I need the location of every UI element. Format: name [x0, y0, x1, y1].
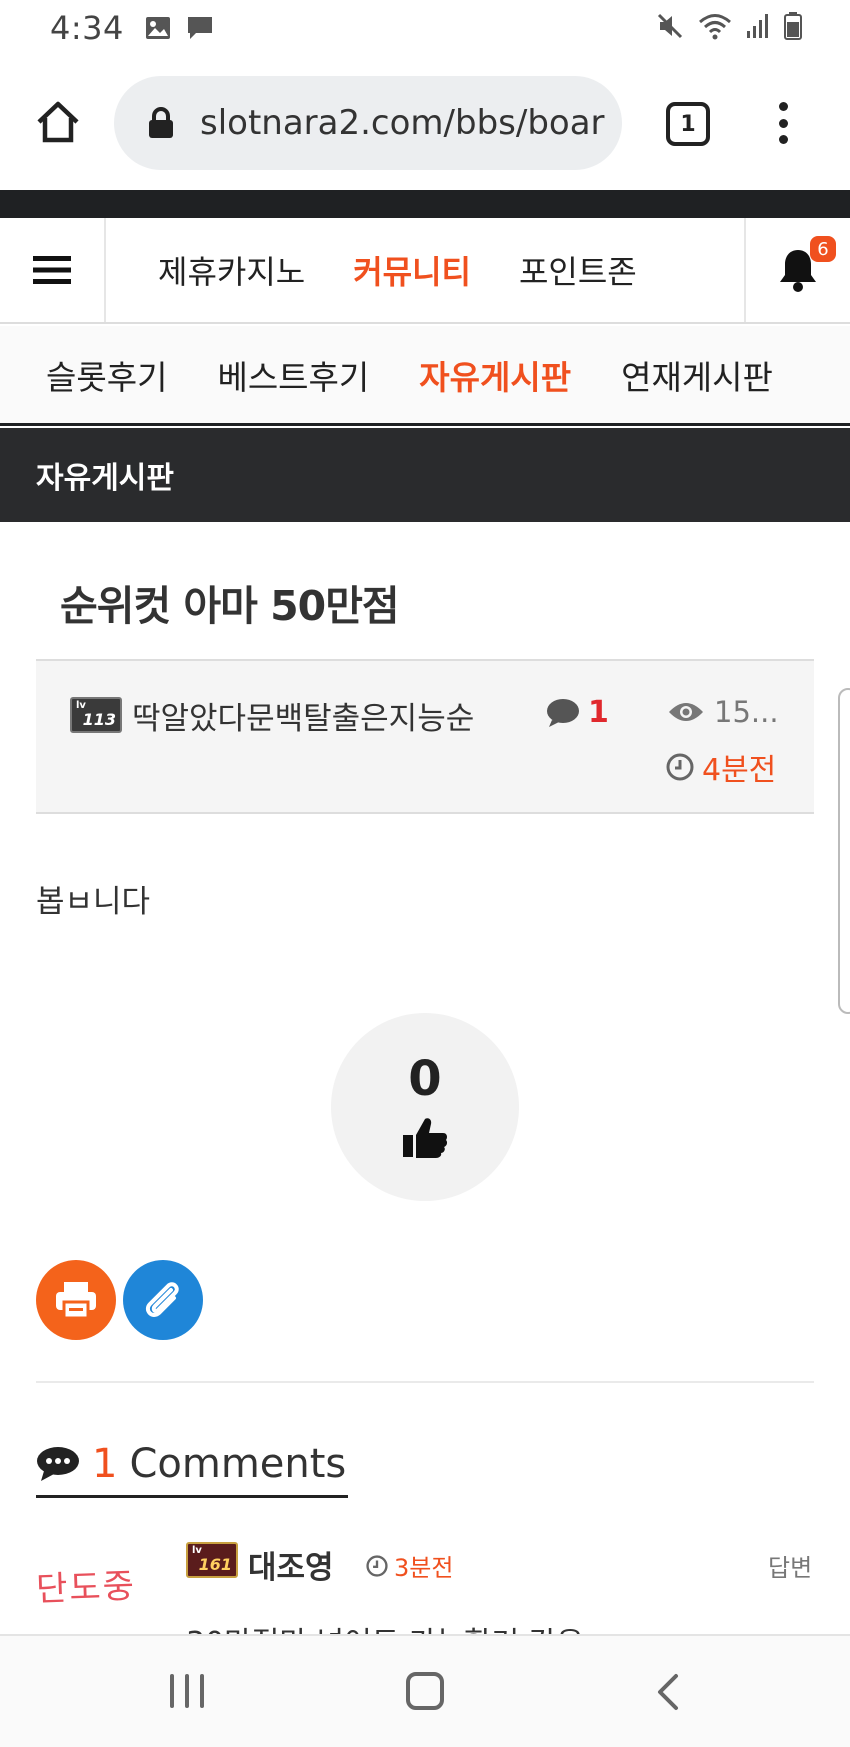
battery-icon [784, 12, 802, 44]
comments-label: Comments [129, 1440, 347, 1487]
post-views: 15... [668, 695, 779, 729]
comment-icon [547, 698, 579, 727]
mute-icon [656, 12, 684, 44]
overflow-menu-icon[interactable] [770, 98, 796, 148]
like-count: 0 [408, 1051, 442, 1107]
browser-toolbar: 1 [0, 72, 850, 172]
print-icon [56, 1282, 96, 1320]
nav-item-partner-casino[interactable]: 제휴카지노 [158, 247, 305, 293]
comments-header: 1 Comments [36, 1432, 349, 1498]
commenter-avatar: 단도중 [35, 1566, 137, 1610]
subnav-slot-review[interactable]: 슬롯후기 [46, 351, 167, 399]
message-icon [186, 15, 214, 41]
commenter-level-badge: lv 161 [186, 1542, 238, 1578]
status-bar: 4:34 [0, 0, 850, 56]
status-time: 4:34 [50, 9, 124, 47]
subnav-series-board[interactable]: 연재게시판 [621, 351, 773, 399]
community-sub-nav: 슬롯후기 베스트후기 자유게시판 연재게시판 [0, 326, 850, 426]
photo-icon [144, 15, 172, 41]
post-title: 순위컷 아마 50만점 [60, 582, 400, 630]
reply-button[interactable]: 답변 [768, 1548, 812, 1583]
system-home-button[interactable] [406, 1672, 444, 1710]
wifi-icon [698, 12, 732, 44]
comments-icon [37, 1446, 79, 1481]
subnav-free-board[interactable]: 자유게시판 [419, 351, 571, 399]
nav-item-community[interactable]: 커뮤니티 [353, 247, 471, 293]
url-input[interactable] [200, 103, 620, 143]
main-nav-items: 제휴카지노 커뮤니티 포인트존 [106, 218, 850, 322]
post-meta: lv 113 딱알았다문백탈출은지능순 1 15... 4분전 [36, 659, 814, 814]
signal-icon [746, 13, 770, 43]
comment-time: 3분전 [366, 1548, 453, 1583]
tab-count: 1 [680, 111, 696, 137]
clock-icon [666, 753, 694, 781]
copy-link-button[interactable] [123, 1260, 203, 1340]
print-button[interactable] [36, 1260, 116, 1340]
post-comment-count: 1 [546, 695, 609, 730]
lock-icon [149, 107, 173, 138]
author-level-badge: lv 113 [70, 697, 122, 733]
post-time: 4분전 [666, 745, 776, 789]
system-nav-bar [0, 1634, 850, 1747]
paperclip-icon [145, 1282, 179, 1317]
tab-switcher-button[interactable]: 1 [666, 102, 710, 146]
hamburger-menu-icon[interactable] [0, 218, 106, 322]
notification-badge: 6 [810, 236, 836, 262]
eye-icon [669, 703, 703, 721]
site-main-nav: 제휴카지노 커뮤니티 포인트존 6 [0, 218, 850, 324]
clock-icon [366, 1554, 388, 1577]
notification-button[interactable]: 6 [744, 218, 850, 322]
back-icon[interactable] [650, 1672, 690, 1712]
status-right-icons [656, 12, 802, 44]
section-divider [36, 1381, 814, 1383]
address-bar[interactable] [114, 76, 622, 170]
site-top-strip [0, 190, 850, 218]
subnav-best-review[interactable]: 베스트후기 [217, 351, 369, 399]
like-button[interactable]: 0 [331, 1013, 519, 1201]
board-title-bar: 자유게시판 [0, 428, 850, 522]
post-body: 봅ㅂ니다 [36, 884, 151, 920]
post-author[interactable]: 딱알았다문백탈출은지능순 [132, 693, 474, 738]
board-name: 자유게시판 [36, 461, 174, 496]
home-icon [37, 101, 79, 143]
nav-item-point-zone[interactable]: 포인트존 [519, 247, 637, 293]
thumbs-up-icon [403, 1118, 448, 1158]
recent-apps-button[interactable] [170, 1674, 204, 1708]
scroll-handle[interactable] [838, 688, 850, 1014]
commenter-name[interactable]: 대조영 [248, 1542, 334, 1587]
comments-count: 1 [92, 1440, 118, 1487]
home-button[interactable] [30, 94, 86, 150]
